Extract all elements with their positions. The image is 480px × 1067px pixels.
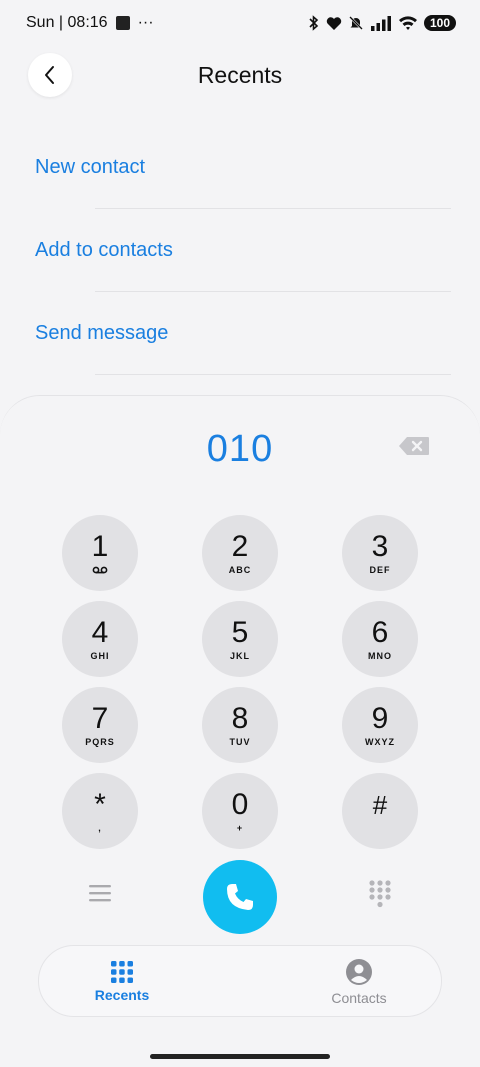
key-letters: , xyxy=(98,822,102,833)
bell-muted-icon xyxy=(349,16,363,30)
wifi-icon xyxy=(398,16,417,30)
key-3[interactable]: 3 DEF xyxy=(342,515,418,591)
key-digit: 3 xyxy=(371,529,389,563)
key-letters: WXYZ xyxy=(365,736,395,747)
menu-icon xyxy=(89,885,111,902)
bottom-tab-bar: Recents Contacts xyxy=(38,945,442,1017)
key-digit: 8 xyxy=(231,701,249,735)
key-digit: 7 xyxy=(91,701,109,735)
key-digit: # xyxy=(372,789,388,820)
key-letters: DEF xyxy=(369,564,391,575)
tab-recents[interactable]: Recents xyxy=(42,946,202,1018)
status-left: Sun | 08:16 ··· xyxy=(26,14,154,32)
add-to-contacts-action[interactable]: Add to contacts xyxy=(35,239,173,262)
keypad-toggle-button[interactable] xyxy=(369,880,391,913)
signal-icon xyxy=(370,16,391,31)
backspace-button[interactable] xyxy=(398,436,430,461)
tab-label: Contacts xyxy=(331,990,387,1006)
key-digit: 1 xyxy=(91,529,109,563)
key-digit: 0 xyxy=(231,787,249,821)
key-1[interactable]: 1 xyxy=(62,515,138,591)
notification-icon xyxy=(115,16,130,30)
backspace-icon xyxy=(399,437,429,455)
key-letters: JKL xyxy=(229,650,250,661)
voicemail-icon xyxy=(92,566,108,573)
key-5[interactable]: 5 JKL xyxy=(202,601,278,677)
key-digit: * xyxy=(94,787,106,821)
key-9[interactable]: 9 WXYZ xyxy=(342,687,418,763)
status-bar: Sun | 08:16 ··· 100 xyxy=(0,0,480,46)
menu-button[interactable] xyxy=(88,883,112,908)
key-2[interactable]: 2 ABC xyxy=(202,515,278,591)
home-indicator[interactable] xyxy=(150,1054,330,1059)
status-right: 100 xyxy=(308,15,456,31)
key-7[interactable]: 7 PQRS xyxy=(62,687,138,763)
status-time: Sun | 08:16 xyxy=(26,14,108,31)
person-icon xyxy=(346,959,372,985)
key-letters: GHI xyxy=(90,650,110,661)
divider xyxy=(95,374,451,375)
tab-contacts[interactable]: Contacts xyxy=(279,946,439,1018)
key-digit: 6 xyxy=(371,615,389,649)
key-0[interactable]: 0 + xyxy=(202,773,278,849)
more-notifications-icon: ··· xyxy=(137,14,154,31)
dialpad-icon xyxy=(111,961,133,983)
phone-icon xyxy=(227,884,253,910)
page-title: Recents xyxy=(197,62,283,88)
send-message-action[interactable]: Send message xyxy=(35,322,168,345)
divider xyxy=(95,291,451,292)
key-letters: PQRS xyxy=(85,736,115,747)
new-contact-action[interactable]: New contact xyxy=(35,156,145,179)
key-digit: 2 xyxy=(231,529,249,563)
bluetooth-icon xyxy=(309,15,319,31)
key-letters: + xyxy=(236,822,244,833)
key-digit: 5 xyxy=(231,615,249,649)
key-letters: ABC xyxy=(228,564,252,575)
key-4[interactable]: 4 GHI xyxy=(62,601,138,677)
key-star[interactable]: * , xyxy=(62,773,138,849)
key-hash[interactable]: # xyxy=(342,773,418,849)
tab-label: Recents xyxy=(94,987,150,1003)
divider xyxy=(95,208,451,209)
key-digit: 9 xyxy=(371,701,389,735)
key-8[interactable]: 8 TUV xyxy=(202,687,278,763)
key-digit: 4 xyxy=(91,615,109,649)
key-letters: TUV xyxy=(229,736,251,747)
dialpad-icon xyxy=(369,880,391,908)
call-button[interactable] xyxy=(203,860,277,934)
key-6[interactable]: 6 MNO xyxy=(342,601,418,677)
key-letters: MNO xyxy=(368,650,392,661)
battery-indicator: 100 xyxy=(423,15,456,31)
heart-icon xyxy=(326,16,342,30)
